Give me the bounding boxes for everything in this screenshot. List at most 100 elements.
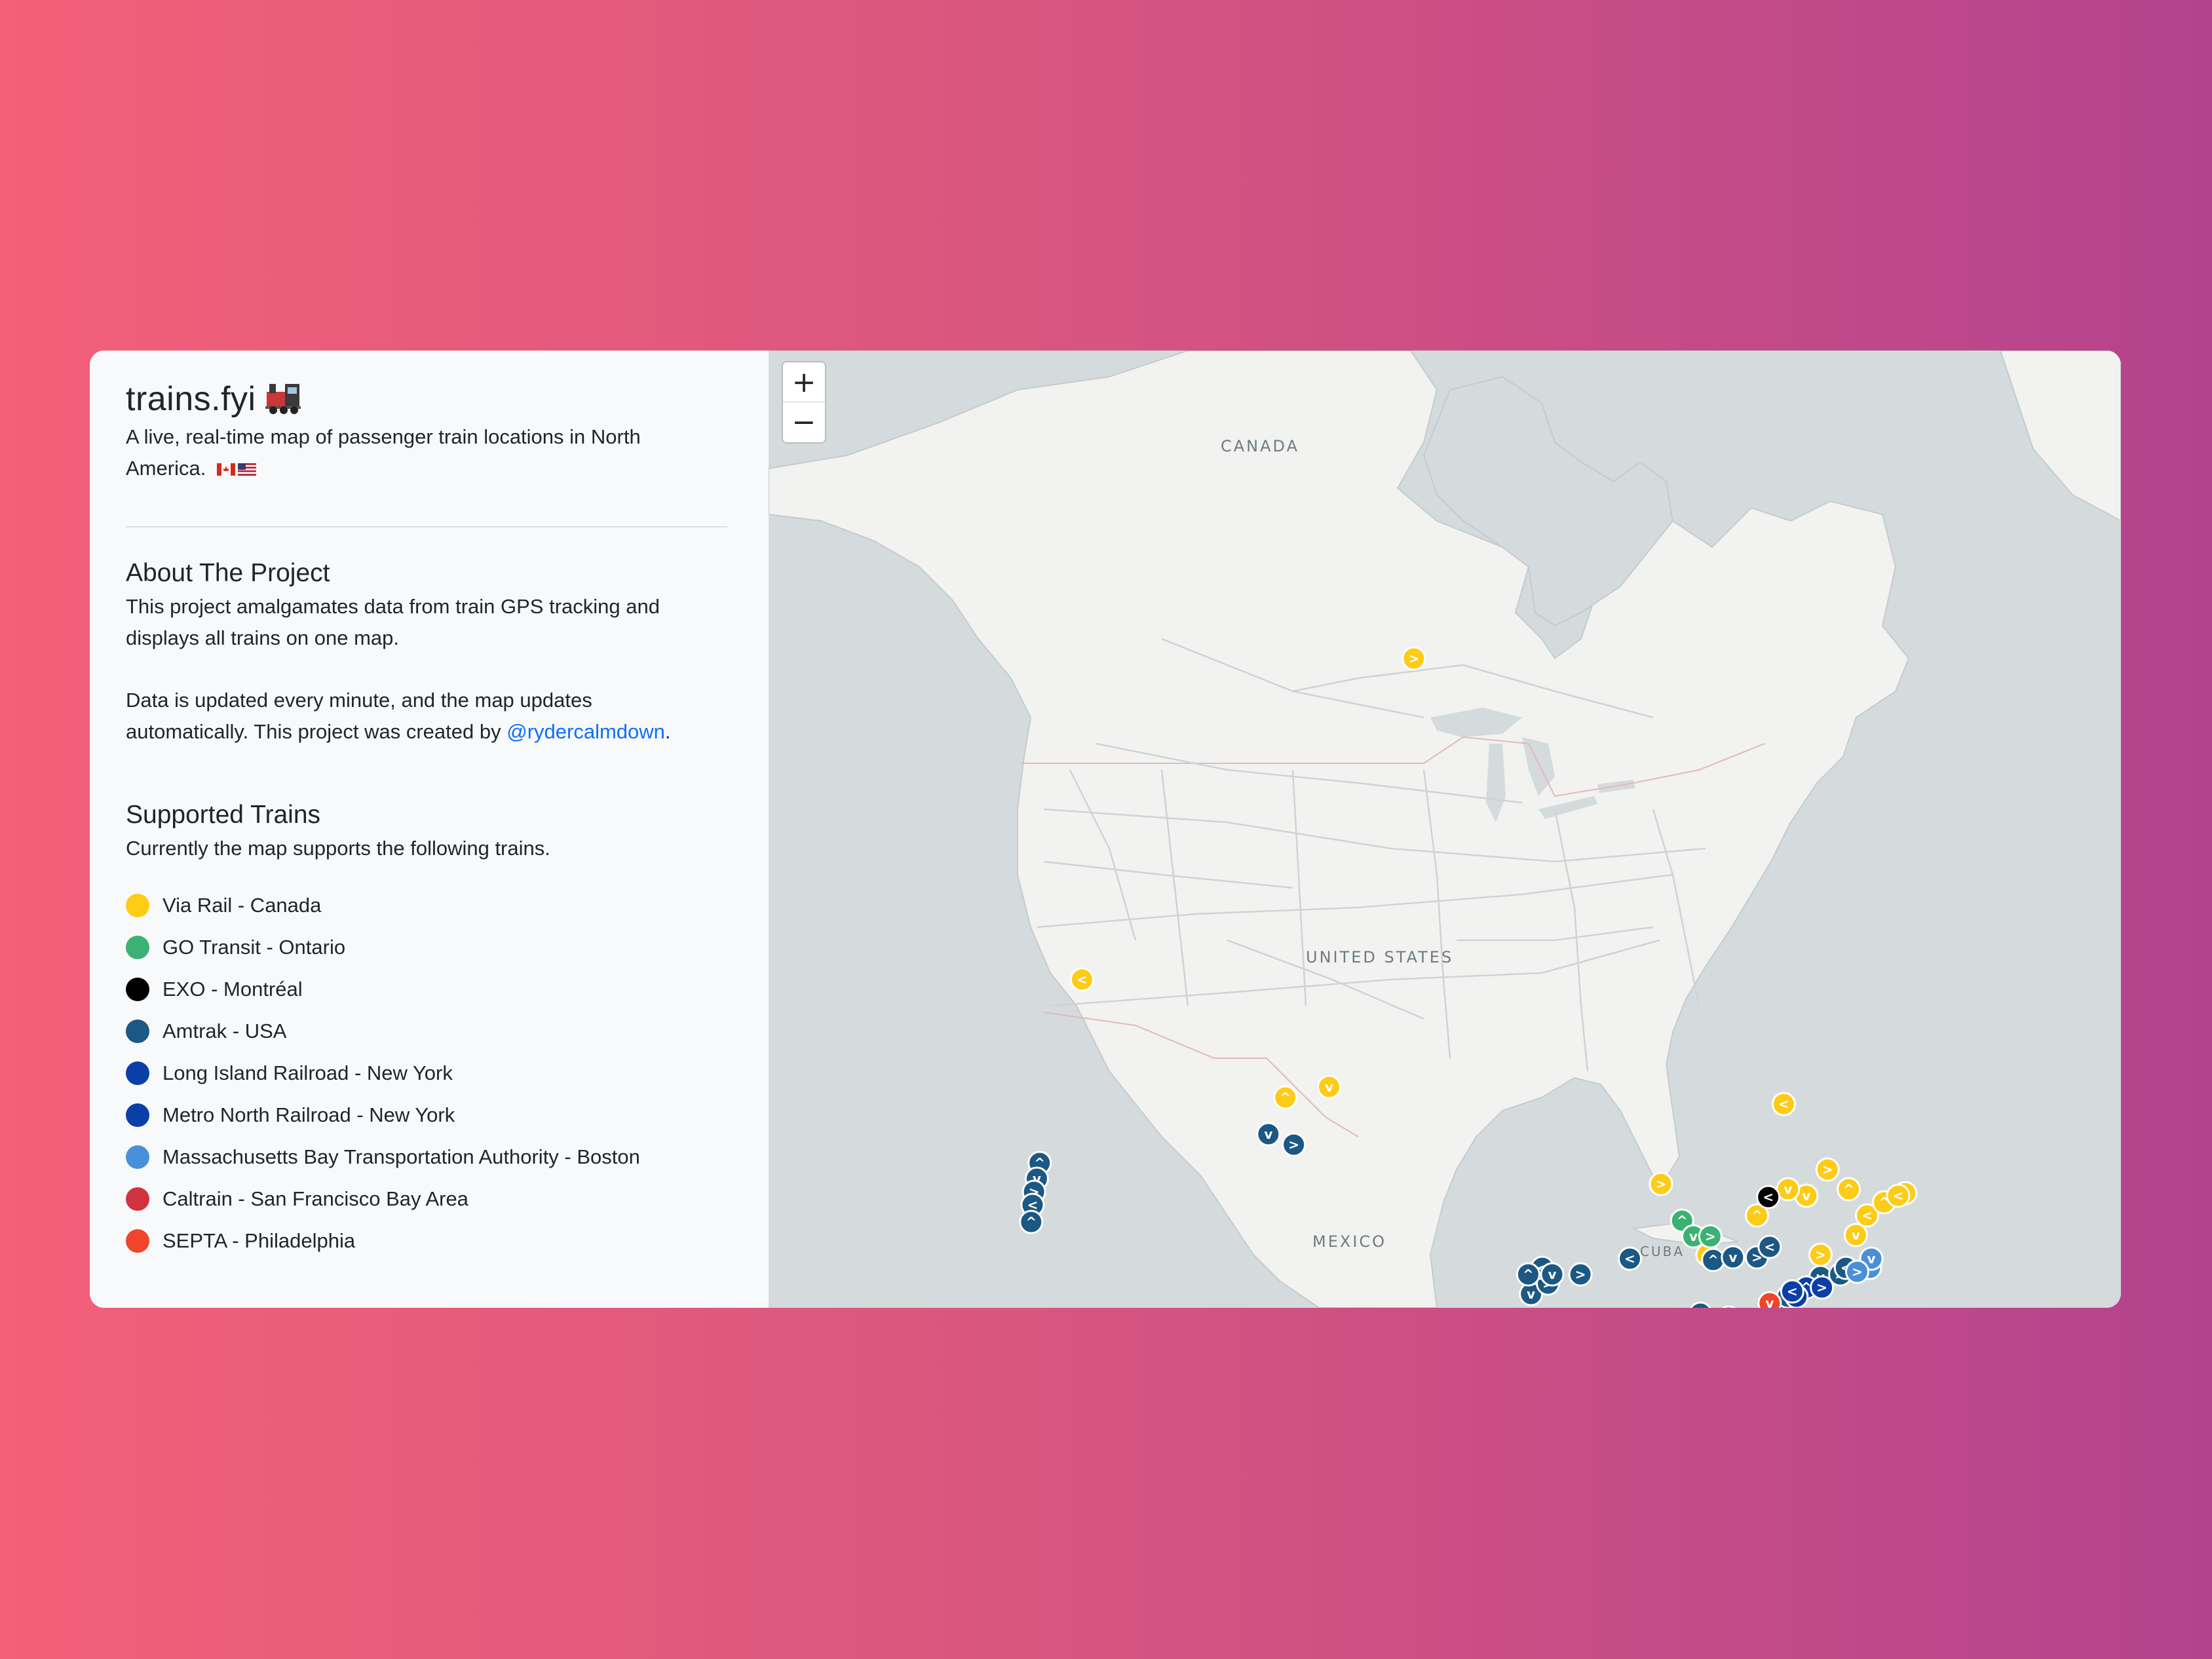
- train-marker[interactable]: <: [1757, 1234, 1782, 1259]
- train-marker[interactable]: >: [1717, 1305, 1740, 1308]
- svg-text:v: v: [1852, 1227, 1860, 1243]
- site-title: trains.fyi: [126, 380, 256, 418]
- train-markers: ><^v><^v><^v><^v><^v><^v><^v><^v><^v><^v…: [1019, 646, 1918, 1308]
- legend-dot: [126, 978, 149, 1001]
- legend-item-amtrak: Amtrak - USA: [126, 1010, 640, 1052]
- train-marker[interactable]: >: [1808, 1242, 1833, 1267]
- svg-text:<: <: [1764, 1239, 1776, 1255]
- svg-text:v: v: [1765, 1295, 1774, 1308]
- train-marker[interactable]: >: [1568, 1262, 1593, 1287]
- train-marker[interactable]: >: [1810, 1275, 1835, 1300]
- svg-text:^: ^: [1751, 1208, 1763, 1223]
- svg-text:<: <: [1861, 1208, 1873, 1223]
- title-row: trains.fyi: [126, 379, 302, 419]
- train-marker[interactable]: v: [1256, 1122, 1281, 1147]
- divider: [126, 526, 727, 527]
- train-marker[interactable]: v: [1721, 1245, 1745, 1270]
- legend-item-via-rail: Via Rail - Canada: [126, 885, 640, 926]
- svg-text:v: v: [1325, 1079, 1333, 1095]
- train-marker[interactable]: >: [1845, 1259, 1870, 1284]
- train-marker[interactable]: v: [1317, 1075, 1342, 1099]
- app-card: trains.fyi A live, real-time map of pass…: [90, 351, 2121, 1308]
- sidebar: trains.fyi A live, real-time map of pass…: [90, 351, 769, 1308]
- svg-text:<: <: [1778, 1096, 1789, 1112]
- train-marker[interactable]: ^: [1516, 1262, 1540, 1287]
- canada-flag-icon: [216, 463, 235, 476]
- legend-item-lirr: Long Island Railroad - New York: [126, 1052, 640, 1094]
- flags: [216, 463, 256, 476]
- legend-dot: [126, 1145, 149, 1169]
- train-marker[interactable]: >: [1282, 1132, 1306, 1157]
- svg-text:v: v: [1689, 1229, 1698, 1244]
- train-marker[interactable]: ^: [1019, 1210, 1044, 1234]
- train-marker[interactable]: >: [1815, 1157, 1840, 1182]
- train-marker[interactable]: <: [1780, 1279, 1804, 1304]
- train-marker[interactable]: <: [1069, 967, 1094, 992]
- svg-text:v: v: [1527, 1286, 1535, 1302]
- legend-label: EXO - Montréal: [162, 978, 303, 1001]
- train-marker[interactable]: <: [1771, 1092, 1796, 1116]
- legend-dot: [126, 1061, 149, 1085]
- svg-text:^: ^: [1025, 1214, 1037, 1230]
- legend: Via Rail - Canada GO Transit - Ontario E…: [126, 885, 640, 1262]
- legend-label: Metro North Railroad - New York: [162, 1103, 455, 1126]
- train-marker[interactable]: ^: [1837, 1177, 1861, 1202]
- legend-item-go-transit: GO Transit - Ontario: [126, 926, 640, 968]
- train-marker[interactable]: v: [1843, 1223, 1868, 1248]
- svg-text:>: >: [1705, 1229, 1716, 1244]
- map-canvas[interactable]: + − CANADA UNITED STATES MEXICO CUBA > < ^…: [769, 351, 2121, 1308]
- legend-label: Via Rail - Canada: [162, 894, 322, 917]
- legend-label: Massachusetts Bay Transportation Authori…: [162, 1145, 640, 1168]
- svg-text:>: >: [1852, 1264, 1863, 1280]
- site-subtitle: A live, real-time map of passenger train…: [126, 421, 689, 484]
- locomotive-icon: [265, 380, 302, 419]
- svg-text:>: >: [1288, 1137, 1299, 1153]
- legend-item-septa: SEPTA - Philadelphia: [126, 1220, 640, 1262]
- train-marker[interactable]: ^: [1701, 1248, 1726, 1272]
- train-marker[interactable]: >: [1402, 646, 1426, 671]
- svg-text:^: ^: [1707, 1252, 1719, 1268]
- about-heading: About The Project: [126, 559, 330, 587]
- train-marker[interactable]: <: [1756, 1185, 1781, 1210]
- legend-dot: [126, 1103, 149, 1127]
- legend-label: SEPTA - Philadelphia: [162, 1229, 356, 1252]
- legend-item-exo: EXO - Montréal: [126, 968, 640, 1010]
- svg-text:<: <: [1077, 972, 1088, 987]
- legend-dot: [126, 936, 149, 959]
- svg-text:^: ^: [1677, 1213, 1688, 1229]
- svg-text:^: ^: [1523, 1267, 1534, 1282]
- train-marker[interactable]: v: [1540, 1262, 1565, 1287]
- train-marker[interactable]: <: [1618, 1246, 1643, 1271]
- subtitle-text: A live, real-time map of passenger train…: [126, 425, 641, 480]
- train-marker[interactable]: <: [1689, 1301, 1711, 1308]
- svg-text:>: >: [1816, 1280, 1827, 1295]
- legend-dot: [126, 1229, 149, 1253]
- train-marker[interactable]: ^: [1273, 1085, 1298, 1110]
- train-marker[interactable]: >: [1649, 1172, 1673, 1196]
- legend-label: GO Transit - Ontario: [162, 936, 346, 959]
- legend-label: Long Island Railroad - New York: [162, 1061, 453, 1084]
- usa-flag-icon: [237, 463, 256, 476]
- about-paragraph-2-end: .: [664, 720, 671, 743]
- train-marker[interactable]: v: [1757, 1291, 1782, 1308]
- svg-text:^: ^: [1280, 1090, 1291, 1105]
- svg-text:v: v: [1728, 1249, 1737, 1265]
- svg-text:v: v: [1802, 1188, 1810, 1204]
- svg-text:v: v: [1783, 1181, 1792, 1197]
- legend-item-caltrain: Caltrain - San Francisco Bay Area: [126, 1178, 640, 1220]
- legend-dot: [126, 894, 149, 917]
- supported-intro: Currently the map supports the following…: [126, 837, 550, 860]
- about-paragraph-1: This project amalgamates data from train…: [126, 595, 660, 649]
- author-link[interactable]: @rydercalmdown: [506, 720, 665, 743]
- about-paragraph-2: Data is updated every minute, and the ma…: [126, 685, 715, 748]
- legend-dot: [126, 1020, 149, 1043]
- svg-text:>: >: [1822, 1162, 1833, 1177]
- svg-text:v: v: [1867, 1251, 1876, 1267]
- svg-text:^: ^: [1843, 1181, 1854, 1197]
- svg-text:v: v: [1548, 1267, 1557, 1282]
- svg-text:<: <: [1624, 1251, 1635, 1267]
- svg-text:<: <: [1787, 1284, 1798, 1299]
- train-marker[interactable]: <: [1886, 1183, 1911, 1208]
- legend-item-mbta: Massachusetts Bay Transportation Authori…: [126, 1136, 640, 1178]
- train-marker[interactable]: >: [1698, 1224, 1723, 1249]
